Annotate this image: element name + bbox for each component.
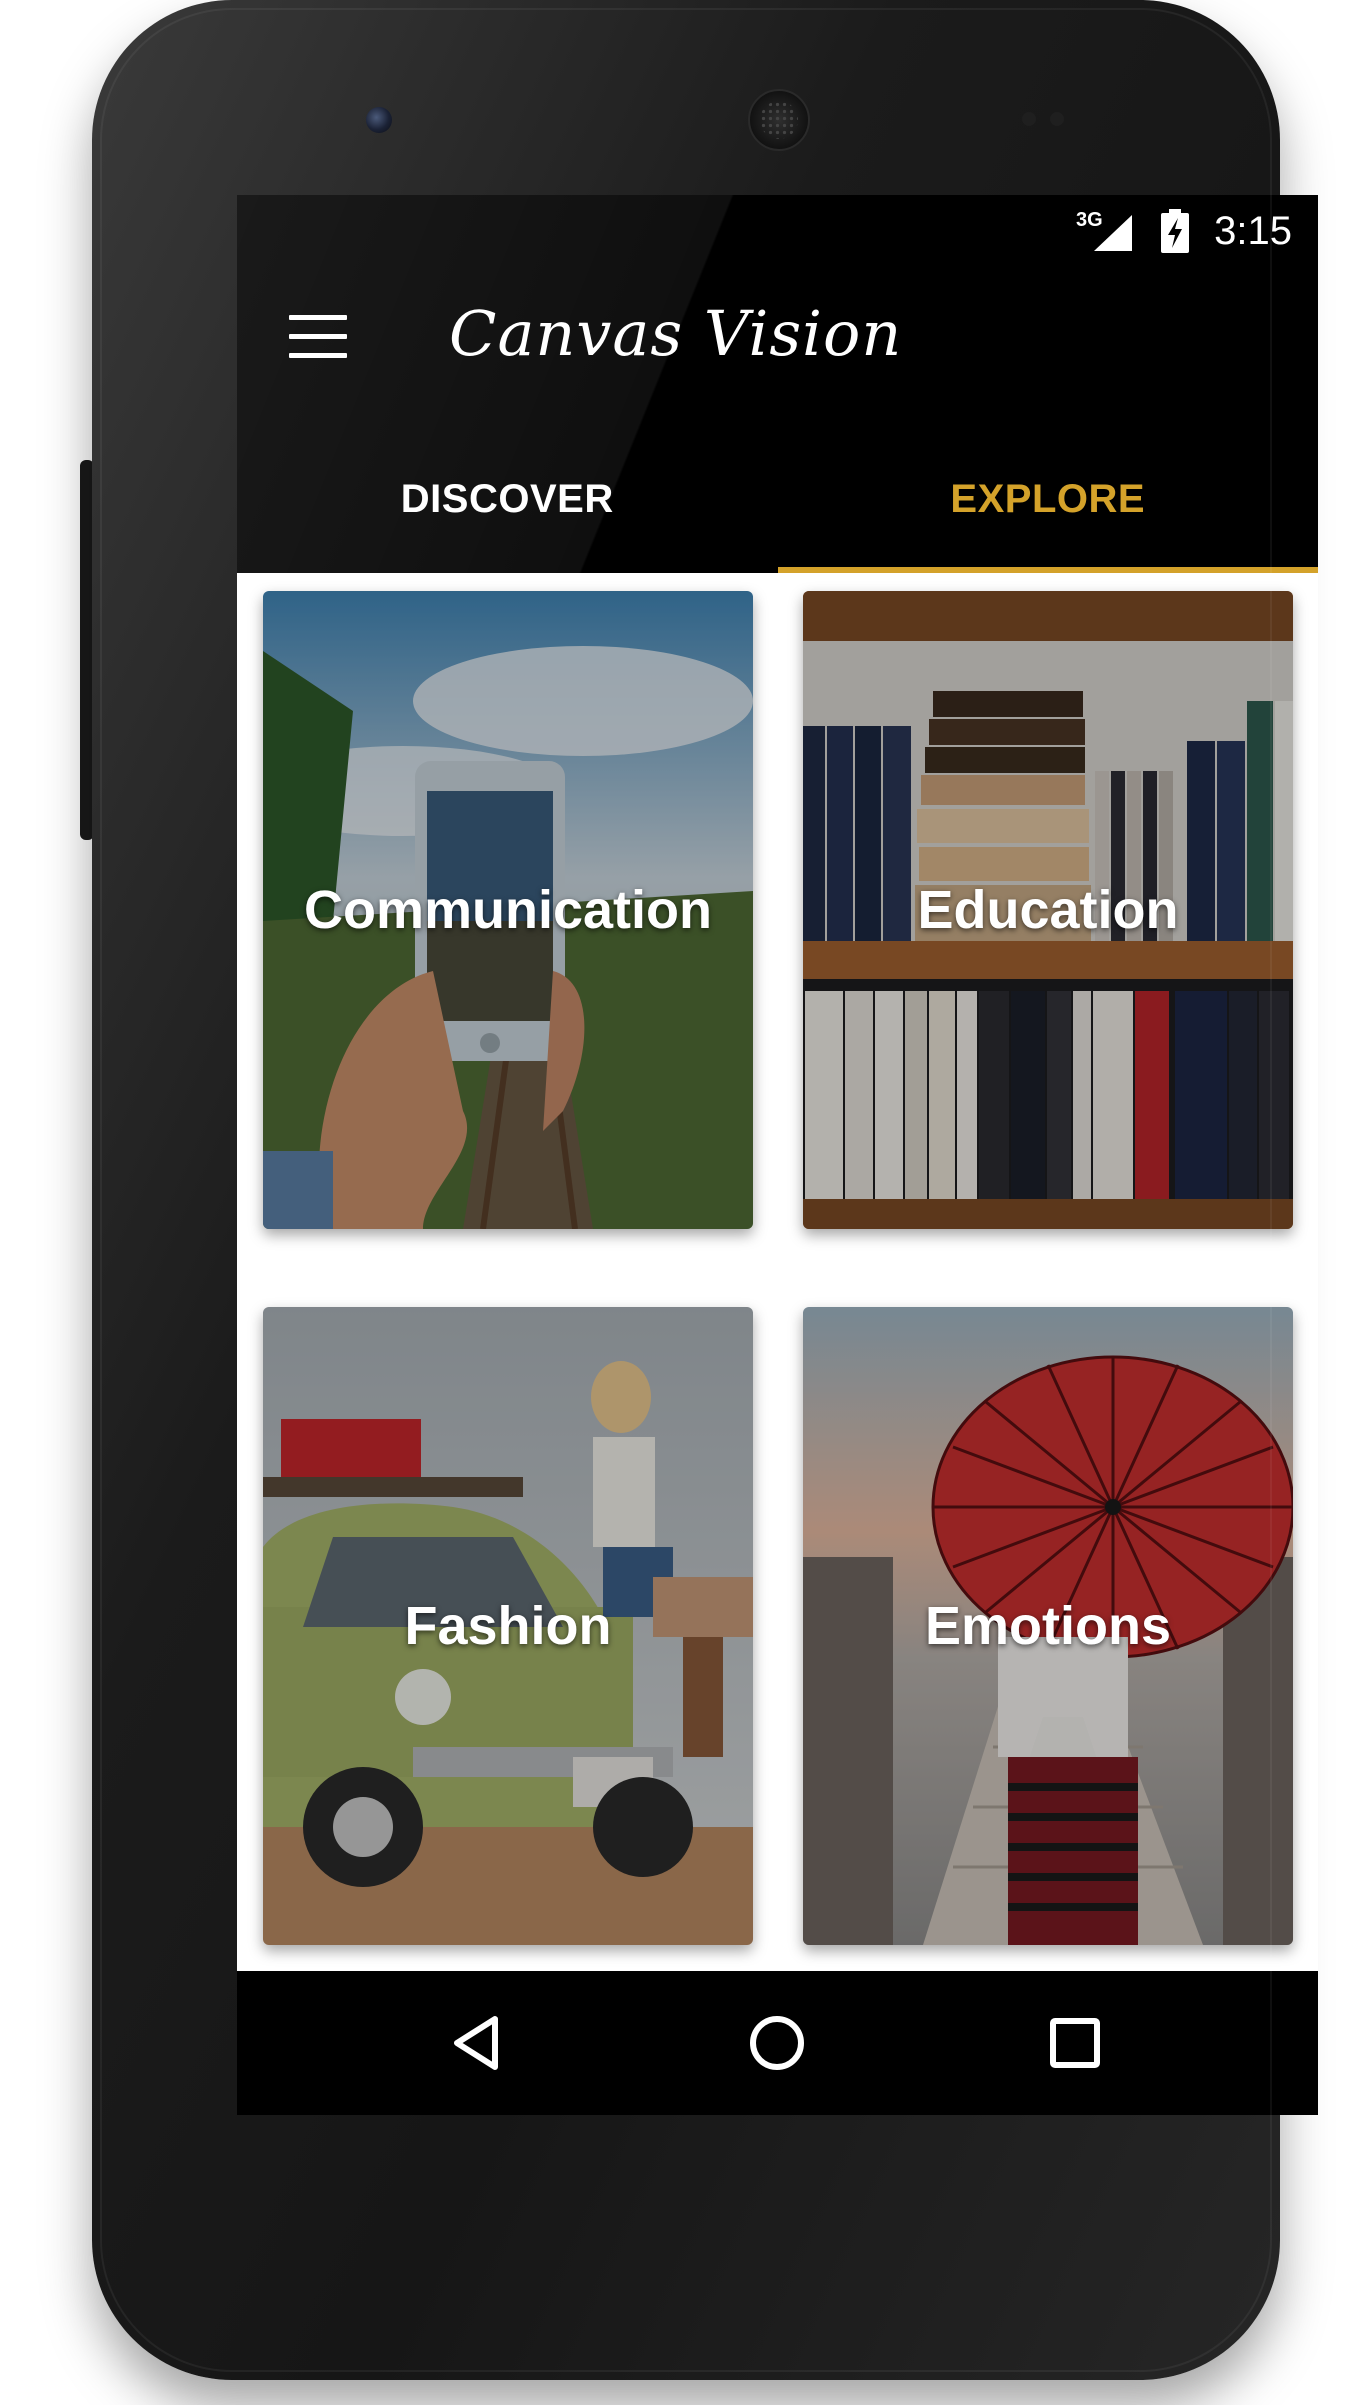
category-card-communication[interactable]: Communication [263,591,753,1229]
tab-bar: DISCOVER EXPLORE [237,425,1318,573]
proximity-sensor [1022,112,1036,126]
tab-explore[interactable]: EXPLORE [778,425,1319,573]
phone-frame: 3G 3:15 Canvas Vision DISCOVER EXPLORE C… [92,0,1318,2380]
front-camera [366,107,392,133]
light-sensor [1050,112,1064,126]
category-label: Communication [303,880,712,940]
recents-square-icon[interactable] [1045,2013,1105,2073]
category-label: Education [917,880,1179,940]
category-card-emotions[interactable]: Emotions [803,1307,1293,1945]
category-card-education[interactable]: Education [803,591,1293,1229]
status-time: 3:15 [1214,209,1292,253]
battery-charging-icon [1160,209,1190,253]
signal-icon: 3G [1076,209,1136,253]
category-label: Emotions [924,1596,1171,1656]
phone-screen: 3G 3:15 Canvas Vision DISCOVER EXPLORE C… [237,195,1318,2115]
back-triangle-icon[interactable] [449,2013,509,2073]
category-label: Fashion [404,1596,612,1656]
app-bar: Canvas Vision [237,265,1318,425]
earpiece-speaker [748,89,810,151]
hamburger-menu-icon[interactable] [289,315,347,359]
category-grid: Communication Education Fashion Emotions [237,573,1318,1971]
home-circle-icon[interactable] [747,2013,807,2073]
category-card-fashion[interactable]: Fashion [263,1307,753,1945]
tab-discover[interactable]: DISCOVER [237,425,778,573]
system-nav-bar [237,1971,1318,2115]
app-title: Canvas Vision [449,297,903,370]
status-bar: 3G 3:15 [237,195,1318,265]
